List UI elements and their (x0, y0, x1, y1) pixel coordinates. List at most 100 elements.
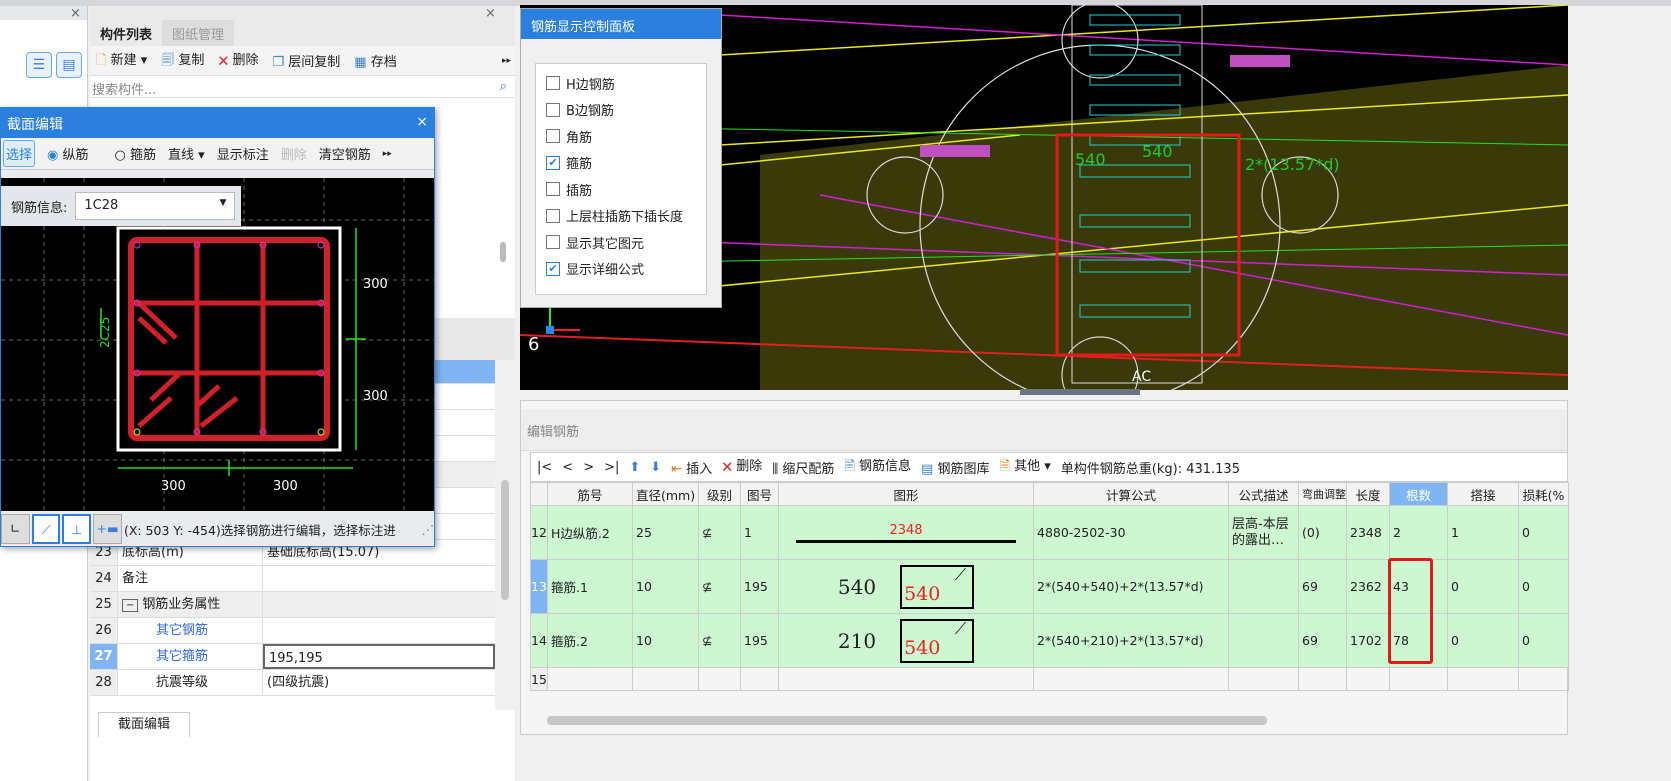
cell-len[interactable] (1346, 667, 1390, 691)
add-label-icon[interactable]: +▬ (93, 514, 122, 544)
column-header[interactable]: 计算公式 (1033, 482, 1229, 506)
cell-bend[interactable]: 69 (1298, 613, 1347, 668)
cell-grade[interactable]: ⊈ (698, 505, 741, 560)
properties-scroll[interactable] (495, 360, 515, 710)
insert-button[interactable]: ⇤ 插入 (671, 458, 712, 477)
checkbox-item[interactable]: ✔ 显示详细公式 (546, 256, 696, 283)
tab-drawing-management[interactable]: 图纸管理 (162, 20, 235, 46)
list-view-icon[interactable]: ☰ (26, 52, 52, 78)
line-dropdown[interactable]: 直线 ▾ (168, 144, 205, 163)
delete-button[interactable]: 删除 (281, 144, 307, 163)
column-header[interactable]: 筋号 (547, 482, 633, 506)
checkbox-icon[interactable] (546, 102, 560, 117)
checkbox-item[interactable]: 上层柱插筋下插长度 (546, 203, 696, 230)
cell-bend[interactable]: (0) (1298, 505, 1347, 560)
new-button[interactable]: 🗋 新建 ▾ (96, 49, 147, 73)
column-header[interactable] (530, 482, 548, 506)
cell-fig[interactable]: 1 (740, 505, 779, 560)
cell-bend[interactable] (1298, 667, 1347, 691)
checkbox-icon[interactable] (546, 182, 560, 197)
checkbox-item[interactable]: 角筋 (546, 123, 696, 150)
cell-grade[interactable]: ⊈ (698, 559, 741, 614)
move-up-icon[interactable]: ⬆ (629, 460, 640, 475)
cell-desc[interactable] (1228, 559, 1299, 614)
cell-formula[interactable] (1033, 667, 1229, 691)
cell-dia[interactable] (632, 667, 699, 691)
column-header[interactable]: 弯曲调整 (1298, 482, 1347, 506)
property-value[interactable] (263, 566, 495, 591)
cell-desc[interactable] (1228, 667, 1299, 691)
column-header[interactable]: 损耗(% (1518, 482, 1569, 506)
snap-line-icon[interactable]: ⟋ (31, 514, 61, 544)
move-down-icon[interactable]: ⬇ (650, 460, 661, 475)
horizontal-scrollbar[interactable] (547, 716, 1267, 725)
search-input[interactable]: 搜索构件... ⌕ (90, 76, 515, 98)
checkbox-icon[interactable] (546, 129, 560, 144)
cell-formula[interactable]: 2*(540+210)+2*(13.57*d) (1033, 613, 1229, 668)
column-header[interactable]: 级别 (698, 482, 741, 506)
snap-perpendicular-icon[interactable]: ⊥ (62, 514, 92, 544)
checkbox-icon[interactable] (546, 76, 560, 91)
cell-name[interactable]: 箍筋.2 (547, 613, 633, 668)
floor-copy-button[interactable]: ❐ 层间复制 (272, 51, 340, 70)
section-canvas[interactable]: 300 300 300 300 2C25 (1, 178, 434, 511)
select-button[interactable]: 选择 (3, 140, 36, 167)
column-header[interactable]: 根数 (1389, 482, 1448, 506)
column-header[interactable]: 搭接 (1447, 482, 1519, 506)
cell-dia[interactable]: 10 (632, 559, 699, 614)
show-label-button[interactable]: 显示标注 (217, 144, 269, 163)
cell-lap[interactable] (1447, 667, 1519, 691)
cell-count[interactable]: 2 (1389, 505, 1448, 560)
table-row[interactable]: 15 (530, 667, 1569, 691)
cell-fig[interactable] (740, 667, 779, 691)
resize-grip-icon[interactable]: ⋰ (421, 522, 434, 537)
delete-button[interactable]: 🗙 删除 (218, 49, 258, 73)
property-value[interactable]: 195,195 (263, 644, 495, 669)
cell-loss[interactable]: 0 (1518, 613, 1569, 668)
close-icon[interactable]: × (416, 114, 428, 132)
radio-longitudinal[interactable]: ◉ 纵筋 (47, 144, 89, 163)
delete-button[interactable]: 🗙 删除 (722, 455, 762, 479)
rebar-library-button[interactable]: ▤ 钢筋图库 (921, 458, 989, 477)
checkbox-checked-icon[interactable]: ✔ (546, 261, 560, 276)
cell-fig[interactable]: 195 (740, 613, 779, 668)
cell-dia[interactable]: 10 (632, 613, 699, 668)
splitter-handle[interactable] (1020, 389, 1140, 395)
table-row[interactable]: 12 H边纵筋.2 25 ⊈ 1 2348 4880-2502-30 层高-本层的露出… (0)… (530, 505, 1569, 560)
close-icon[interactable]: × (70, 6, 81, 21)
close-icon[interactable]: × (485, 6, 496, 21)
property-value[interactable] (263, 592, 495, 617)
checkbox-icon[interactable] (546, 208, 560, 223)
column-header[interactable]: 公式描述 (1228, 482, 1299, 506)
cell-grade[interactable]: ⊈ (698, 613, 741, 668)
clear-rebar-button[interactable]: 清空钢筋 (319, 144, 371, 163)
cell-name[interactable] (547, 667, 633, 691)
nav-next-button[interactable]: > (583, 460, 594, 475)
checkbox-item[interactable]: 显示其它图元 (546, 229, 696, 256)
more-icon[interactable]: ▸▸ (502, 56, 511, 66)
cell-formula[interactable]: 4880-2502-30 (1033, 505, 1229, 560)
rebar-info-button[interactable]: 🗎 钢筋信息 (844, 455, 911, 479)
tab-component-list[interactable]: 构件列表 (90, 20, 162, 46)
cell-len[interactable]: 1702 (1346, 613, 1390, 668)
cell-loss[interactable] (1518, 667, 1569, 691)
column-header[interactable]: 直径(mm) (632, 482, 699, 506)
property-value[interactable] (263, 618, 495, 643)
cell-len[interactable]: 2348 (1346, 505, 1390, 560)
cell-dia[interactable]: 25 (632, 505, 699, 560)
rebar-info-select[interactable]: 1C28 ▼ (75, 192, 236, 220)
copy-button[interactable]: 🗐 复制 (161, 49, 204, 73)
cell-lap[interactable]: 0 (1447, 559, 1519, 614)
nav-last-button[interactable]: >| (604, 460, 619, 475)
more-icon[interactable]: ▸▸ (383, 149, 392, 159)
cell-bend[interactable]: 69 (1298, 559, 1347, 614)
cell-lap[interactable]: 1 (1447, 505, 1519, 560)
column-header[interactable]: 图形 (778, 482, 1034, 506)
property-value[interactable]: (四级抗震) (263, 670, 495, 695)
cell-fig[interactable]: 195 (740, 559, 779, 614)
cell-loss[interactable]: 0 (1518, 505, 1569, 560)
search-icon[interactable]: ⌕ (500, 79, 507, 94)
cell-len[interactable]: 2362 (1346, 559, 1390, 614)
column-header[interactable]: 图号 (740, 482, 779, 506)
nav-prev-button[interactable]: < (562, 460, 573, 475)
